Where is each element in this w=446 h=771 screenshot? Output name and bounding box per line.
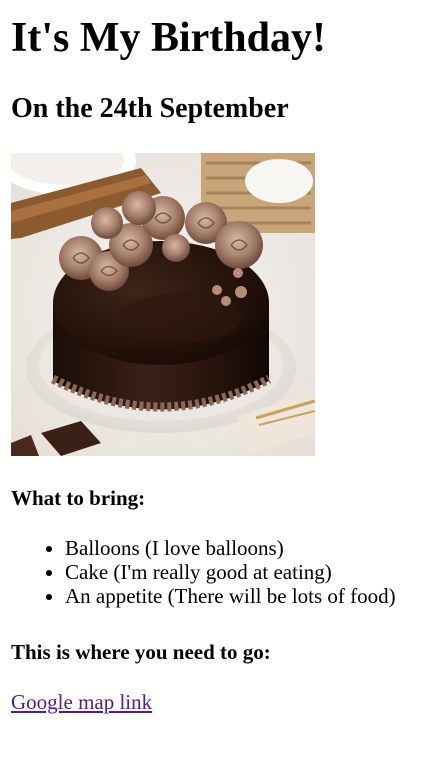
bring-heading: What to bring: xyxy=(11,486,146,510)
cake-image xyxy=(11,153,315,456)
date-heading: On the 24th September xyxy=(11,93,289,124)
google-map-link[interactable]: Google map link xyxy=(11,689,152,715)
bring-list: Balloons (I love balloons) Cake (I'm rea… xyxy=(11,536,396,608)
cake-illustration xyxy=(11,153,315,456)
list-item: An appetite (There will be lots of food) xyxy=(65,584,396,608)
list-item: Cake (I'm really good at eating) xyxy=(65,560,396,584)
list-item: Balloons (I love balloons) xyxy=(65,536,396,560)
location-heading: This is where you need to go: xyxy=(11,640,271,664)
page-title: It's My Birthday! xyxy=(11,15,326,61)
